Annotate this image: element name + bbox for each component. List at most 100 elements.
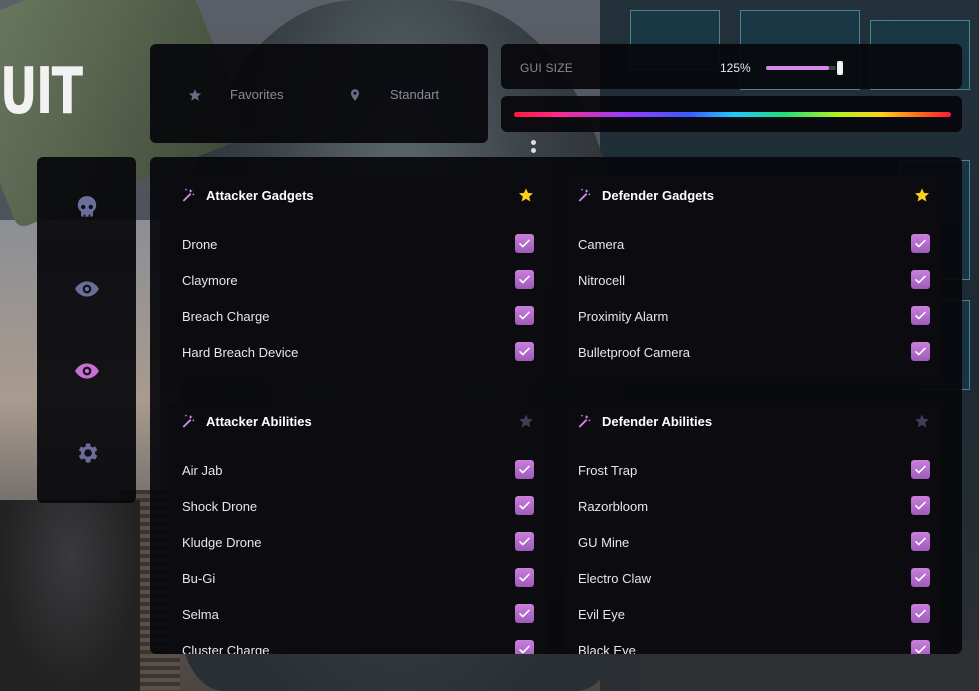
list-item: Camera xyxy=(564,226,942,262)
checkbox[interactable] xyxy=(515,306,534,325)
eye-icon[interactable] xyxy=(74,276,100,302)
magic-wand-icon xyxy=(578,414,591,428)
checkmark-icon xyxy=(915,573,926,582)
checkbox[interactable] xyxy=(515,640,534,654)
card-item-list: Camera Nitrocell Proximity Alarm Bulletproo… xyxy=(564,226,942,370)
card-item-list: Air Jab Shock Drone Kludge Drone Bu-Gi Selma… xyxy=(168,452,546,654)
card-defender-gadgets: Defender Gadgets Camera Nitrocell Proximit… xyxy=(564,176,942,382)
checkbox[interactable] xyxy=(515,604,534,623)
card-defender-abilities: Defender Abilities Frost Trap Razorbloom G… xyxy=(564,402,942,654)
list-item: Kludge Drone xyxy=(168,524,546,560)
card-attacker-gadgets: Attacker Gadgets Drone Claymore Breach Cha… xyxy=(168,176,546,382)
magic-wand-icon xyxy=(182,188,195,202)
checkbox[interactable] xyxy=(911,640,930,654)
checkmark-icon xyxy=(915,239,926,248)
list-item-label: Frost Trap xyxy=(578,462,638,478)
checkmark-icon xyxy=(915,465,926,474)
list-item-label: Proximity Alarm xyxy=(578,308,669,324)
checkmark-icon xyxy=(519,465,530,474)
checkbox[interactable] xyxy=(515,270,534,289)
list-item: Cluster Charge xyxy=(168,632,546,654)
checkmark-icon xyxy=(915,275,926,284)
list-item-label: Shock Drone xyxy=(182,498,258,514)
checkbox[interactable] xyxy=(911,342,930,361)
slider-thumb[interactable] xyxy=(837,61,843,75)
checkmark-icon xyxy=(519,347,530,356)
checkmark-icon xyxy=(915,311,926,320)
checkbox[interactable] xyxy=(911,270,930,289)
list-item-label: Claymore xyxy=(182,272,238,288)
checkmark-icon xyxy=(519,645,530,654)
checkbox[interactable] xyxy=(911,532,930,551)
list-item-label: Kludge Drone xyxy=(182,534,262,550)
list-item: Claymore xyxy=(168,262,546,298)
checkbox[interactable] xyxy=(515,532,534,551)
background-chair xyxy=(0,500,140,691)
brand-logo: UIT xyxy=(0,55,83,129)
nav-standart[interactable]: Standart xyxy=(348,87,439,102)
favorite-star-icon[interactable] xyxy=(914,187,930,203)
list-item: Breach Charge xyxy=(168,298,546,334)
list-item: Shock Drone xyxy=(168,488,546,524)
checkbox[interactable] xyxy=(515,234,534,253)
checkbox[interactable] xyxy=(515,342,534,361)
card-attacker-abilities: Attacker Abilities Air Jab Shock Drone Klu… xyxy=(168,402,546,654)
magic-wand-icon xyxy=(578,188,591,202)
list-item: Hard Breach Device xyxy=(168,334,546,370)
slider-fill xyxy=(766,66,829,70)
favorite-star-icon[interactable] xyxy=(518,413,534,429)
checkmark-icon xyxy=(915,609,926,618)
list-item-label: Selma xyxy=(182,606,219,622)
list-item: Black Eye xyxy=(564,632,942,654)
card-title: Attacker Gadgets xyxy=(206,187,314,203)
checkmark-icon xyxy=(915,645,926,654)
checkbox[interactable] xyxy=(911,460,930,479)
gear-icon[interactable] xyxy=(74,440,100,466)
list-item: Drone xyxy=(168,226,546,262)
favorite-star-icon[interactable] xyxy=(914,413,930,429)
rainbow-color-picker[interactable] xyxy=(514,112,951,117)
list-item: GU Mine xyxy=(564,524,942,560)
checkmark-icon xyxy=(519,311,530,320)
list-item-label: Bu-Gi xyxy=(182,570,216,586)
checkmark-icon xyxy=(519,609,530,618)
skull-icon[interactable] xyxy=(74,194,100,220)
list-item-label: GU Mine xyxy=(578,534,630,550)
list-item-label: Evil Eye xyxy=(578,606,625,622)
checkbox[interactable] xyxy=(911,306,930,325)
nav-favorites[interactable]: Favorites xyxy=(188,87,283,102)
eye-icon-active[interactable] xyxy=(74,358,100,384)
list-item: Selma xyxy=(168,596,546,632)
checkbox[interactable] xyxy=(911,234,930,253)
checkbox[interactable] xyxy=(515,496,534,515)
checkbox[interactable] xyxy=(515,460,534,479)
list-item: Razorbloom xyxy=(564,488,942,524)
gui-size-value: 125% xyxy=(720,61,751,75)
card-item-list: Drone Claymore Breach Charge Hard Breach De… xyxy=(168,226,546,370)
card-item-list: Frost Trap Razorbloom GU Mine Electro Claw E… xyxy=(564,452,942,654)
list-item-label: Drone xyxy=(182,236,218,252)
list-item-label: Bulletproof Camera xyxy=(578,344,690,360)
list-item: Proximity Alarm xyxy=(564,298,942,334)
list-item: Bu-Gi xyxy=(168,560,546,596)
checkbox[interactable] xyxy=(911,604,930,623)
map-pin-icon xyxy=(350,88,360,101)
list-item-label: Air Jab xyxy=(182,462,223,478)
checkbox[interactable] xyxy=(911,496,930,515)
list-item: Frost Trap xyxy=(564,452,942,488)
gui-size-slider[interactable] xyxy=(766,61,843,75)
checkbox[interactable] xyxy=(911,568,930,587)
nav-standart-label: Standart xyxy=(390,87,440,102)
favorite-star-icon[interactable] xyxy=(518,187,534,203)
list-item-label: Breach Charge xyxy=(182,308,270,324)
card-title: Defender Abilities xyxy=(602,413,713,429)
checkmark-icon xyxy=(915,537,926,546)
checkmark-icon xyxy=(519,537,530,546)
checkmark-icon xyxy=(519,275,530,284)
list-item: Nitrocell xyxy=(564,262,942,298)
list-item-label: Hard Breach Device xyxy=(182,344,299,360)
nav-favorites-label: Favorites xyxy=(230,87,284,102)
checkmark-icon xyxy=(915,347,926,356)
list-item: Air Jab xyxy=(168,452,546,488)
checkbox[interactable] xyxy=(515,568,534,587)
